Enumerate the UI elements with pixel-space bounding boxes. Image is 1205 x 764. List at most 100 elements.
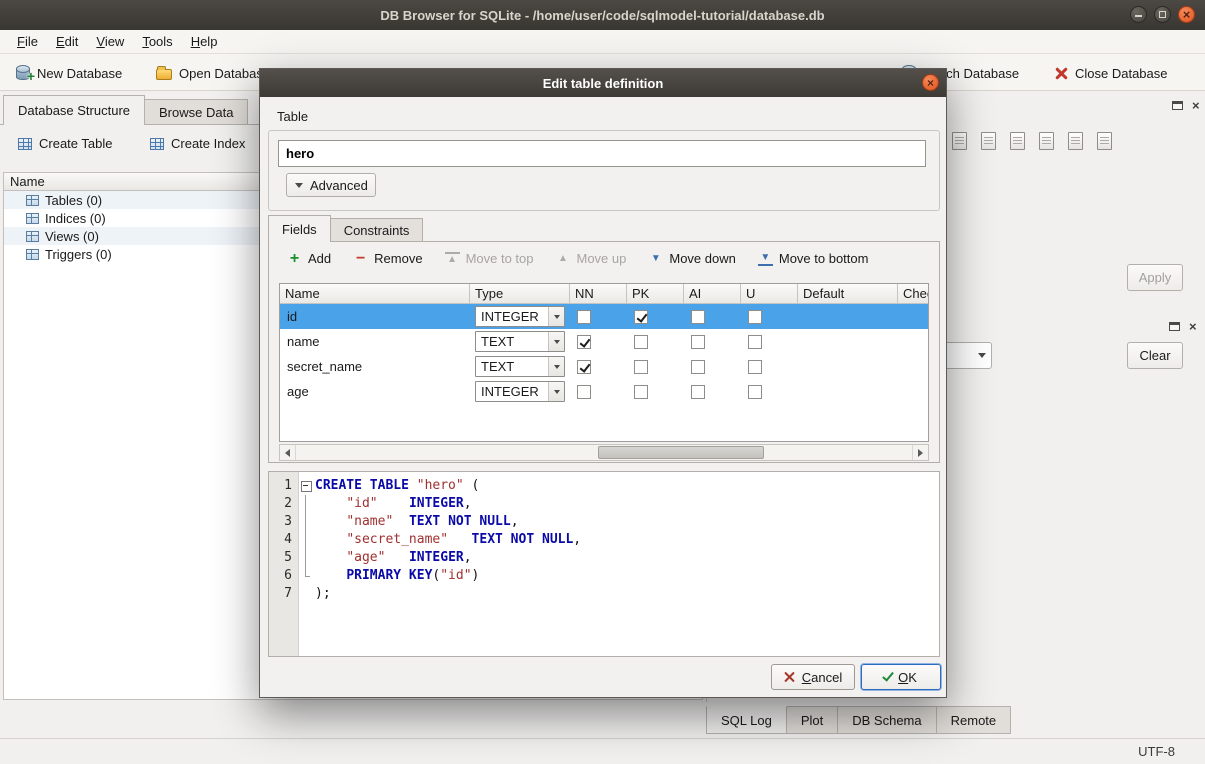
print-icon[interactable]: [1039, 132, 1054, 150]
pk-cell: [627, 354, 684, 379]
pk-checkbox[interactable]: [634, 335, 648, 349]
field-name-cell[interactable]: name: [280, 329, 470, 354]
menu-help[interactable]: Help: [182, 31, 227, 52]
fold-marker: [299, 513, 315, 531]
menu-tools[interactable]: Tools: [133, 31, 181, 52]
apply-button[interactable]: Apply: [1127, 264, 1183, 291]
u-checkbox[interactable]: [748, 385, 762, 399]
fold-marker: [299, 495, 315, 513]
grid-icon[interactable]: [1068, 132, 1083, 150]
minimize-button[interactable]: [1130, 6, 1147, 23]
field-row-id[interactable]: idINTEGER: [280, 304, 928, 329]
float-dock-icon[interactable]: [1172, 101, 1183, 110]
nn-checkbox[interactable]: [577, 310, 591, 324]
tree-item-label: Views (0): [45, 229, 99, 244]
nn-checkbox[interactable]: [577, 385, 591, 399]
type-combobox[interactable]: TEXT: [475, 331, 565, 352]
ai-checkbox[interactable]: [691, 335, 705, 349]
column-header-nn[interactable]: NN: [570, 284, 627, 303]
move-down-button[interactable]: ▼Move down: [640, 247, 743, 270]
u-checkbox[interactable]: [748, 335, 762, 349]
tab-remote[interactable]: Remote: [936, 706, 1012, 734]
move-to-bottom-button[interactable]: ▼Move to bottom: [750, 247, 877, 270]
open-folder-icon: [156, 69, 172, 80]
menu-edit[interactable]: Edit: [47, 31, 87, 52]
export-icon[interactable]: [1010, 132, 1025, 150]
field-row-secret-name[interactable]: secret_nameTEXT: [280, 354, 928, 379]
column-header-name[interactable]: Name: [280, 284, 470, 303]
tab-plot[interactable]: Plot: [786, 706, 838, 734]
u-checkbox[interactable]: [748, 310, 762, 324]
field-name-cell[interactable]: age: [280, 379, 470, 404]
tab-browse-data[interactable]: Browse Data: [144, 99, 248, 125]
create-index-button[interactable]: Create Index: [144, 132, 251, 155]
create-table-button[interactable]: Create Table: [12, 132, 118, 155]
fold-marker[interactable]: [299, 477, 315, 495]
edit-icon[interactable]: [1097, 132, 1112, 150]
ai-checkbox[interactable]: [691, 385, 705, 399]
field-row-age[interactable]: ageINTEGER: [280, 379, 928, 404]
pk-checkbox[interactable]: [634, 310, 648, 324]
type-combobox[interactable]: INTEGER: [475, 306, 565, 327]
tab-fields[interactable]: Fields: [268, 215, 331, 242]
ai-cell: [684, 304, 741, 329]
pk-checkbox[interactable]: [634, 385, 648, 399]
type-combobox[interactable]: TEXT: [475, 356, 565, 377]
clear-button[interactable]: Clear: [1127, 342, 1183, 369]
filter-icon[interactable]: [952, 132, 967, 150]
tab-database-structure[interactable]: Database Structure: [3, 95, 145, 125]
dialog-titlebar[interactable]: Edit table definition: [260, 69, 946, 97]
window-titlebar[interactable]: DB Browser for SQLite - /home/user/code/…: [0, 0, 1205, 30]
ok-button[interactable]: OK: [861, 664, 941, 690]
column-header-check[interactable]: Check: [898, 284, 929, 303]
u-checkbox[interactable]: [748, 360, 762, 374]
scroll-handle[interactable]: [598, 446, 764, 459]
add-button[interactable]: +Add: [279, 247, 339, 270]
close-button[interactable]: [1178, 6, 1195, 23]
line-number: 6: [269, 567, 299, 585]
ai-checkbox[interactable]: [691, 310, 705, 324]
remove-button[interactable]: −Remove: [345, 247, 430, 270]
fields-grid: NameTypeNNPKAIUDefaultCheck idINTEGERnam…: [279, 283, 929, 442]
horizontal-scrollbar[interactable]: [279, 444, 929, 461]
nn-checkbox[interactable]: [577, 360, 591, 374]
cancel-button[interactable]: Cancel: [771, 664, 855, 690]
tab-sql-log[interactable]: SQL Log: [706, 706, 787, 734]
field-name-cell[interactable]: id: [280, 304, 470, 329]
dialog-close-button[interactable]: [922, 74, 939, 91]
menu-file[interactable]: File: [8, 31, 47, 52]
column-header-ai[interactable]: AI: [684, 284, 741, 303]
move-to-top-button[interactable]: ▲Move to top: [437, 247, 542, 270]
advanced-toggle[interactable]: Advanced: [286, 173, 376, 197]
sql-code: "secret_name" TEXT NOT NULL,: [315, 531, 581, 549]
line-number: 5: [269, 549, 299, 567]
float-dock-icon[interactable]: [1169, 322, 1180, 331]
move-up-button[interactable]: ▲Move up: [548, 247, 635, 270]
open-database-button[interactable]: Open Database: [150, 60, 276, 86]
tab-db-schema[interactable]: DB Schema: [837, 706, 936, 734]
nn-cell: [570, 304, 627, 329]
close-dock-icon[interactable]: [1192, 98, 1200, 113]
import-icon[interactable]: [981, 132, 996, 150]
scroll-right-arrow[interactable]: [912, 445, 928, 460]
menu-view[interactable]: View: [87, 31, 133, 52]
label: Move down: [669, 251, 735, 266]
column-header-type[interactable]: Type: [470, 284, 570, 303]
nn-checkbox[interactable]: [577, 335, 591, 349]
pk-checkbox[interactable]: [634, 360, 648, 374]
menubar: FileEditViewToolsHelp: [0, 30, 1205, 54]
tab-constraints[interactable]: Constraints: [330, 218, 424, 242]
column-header-u[interactable]: U: [741, 284, 798, 303]
field-name-cell[interactable]: secret_name: [280, 354, 470, 379]
table-name-input[interactable]: [278, 140, 926, 167]
column-header-default[interactable]: Default: [798, 284, 898, 303]
close-database-button[interactable]: Close Database: [1048, 60, 1174, 86]
scroll-left-arrow[interactable]: [280, 445, 296, 460]
new-database-button[interactable]: New Database: [10, 60, 128, 86]
ai-checkbox[interactable]: [691, 360, 705, 374]
field-row-name[interactable]: nameTEXT: [280, 329, 928, 354]
close-dock-icon[interactable]: [1189, 319, 1197, 334]
column-header-pk[interactable]: PK: [627, 284, 684, 303]
maximize-button[interactable]: [1154, 6, 1171, 23]
type-combobox[interactable]: INTEGER: [475, 381, 565, 402]
